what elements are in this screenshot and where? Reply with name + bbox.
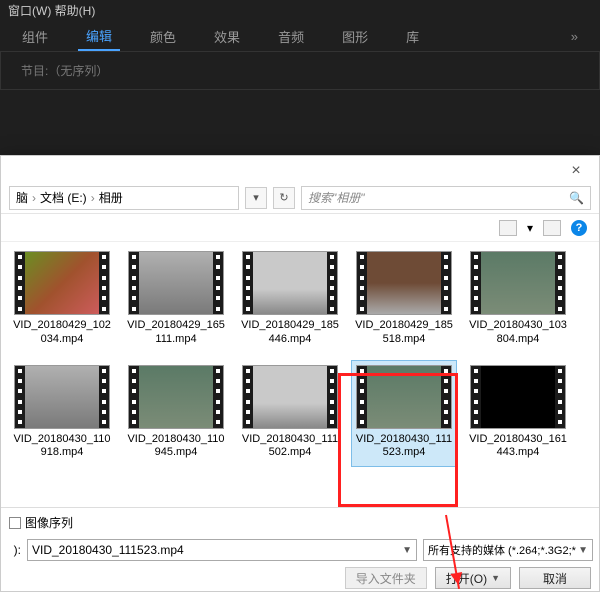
file-name: VID_20180430_111523.mp4 — [354, 433, 454, 461]
breadcrumb-part[interactable]: 文档 (E:) — [40, 189, 87, 206]
file-name: VID_20180429_102034.mp4 — [12, 319, 112, 347]
file-item[interactable]: VID_20180430_111502.mp4 — [237, 360, 343, 468]
preview-pane-icon[interactable] — [543, 220, 561, 236]
file-name: VID_20180430_161443.mp4 — [468, 433, 568, 461]
image-sequence-checkbox[interactable] — [9, 517, 21, 529]
video-thumbnail — [356, 251, 452, 315]
chevron-down-icon[interactable]: ▼ — [402, 545, 412, 556]
video-thumbnail — [356, 365, 452, 429]
video-thumbnail — [470, 251, 566, 315]
import-folder-button[interactable]: 导入文件夹 — [345, 567, 427, 589]
close-icon[interactable]: × — [561, 162, 591, 180]
file-item[interactable]: VID_20180430_110918.mp4 — [9, 360, 115, 468]
tab-components[interactable]: 组件 — [14, 23, 56, 50]
file-item[interactable]: VID_20180430_103804.mp4 — [465, 246, 571, 354]
tab-audio[interactable]: 音频 — [270, 23, 312, 50]
file-name: VID_20180430_103804.mp4 — [468, 319, 568, 347]
tab-library[interactable]: 库 — [398, 23, 427, 50]
breadcrumb[interactable]: 脑› 文档 (E:)› 相册 — [9, 186, 239, 210]
app-menubar[interactable]: 窗口(W) 帮助(H) — [0, 0, 600, 22]
video-thumbnail — [242, 251, 338, 315]
open-file-dialog: × 脑› 文档 (E:)› 相册 ▾ ↻ 搜索"相册" 🔍 ▾ ? VID_20… — [0, 155, 600, 592]
video-thumbnail — [128, 251, 224, 315]
filename-value: VID_20180430_111523.mp4 — [32, 543, 184, 557]
breadcrumb-part[interactable]: 相册 — [99, 189, 123, 206]
search-placeholder: 搜索"相册" — [308, 189, 365, 206]
breadcrumb-part[interactable]: 脑 — [16, 189, 28, 206]
file-item[interactable]: VID_20180429_185518.mp4 — [351, 246, 457, 354]
tab-graphics[interactable]: 图形 — [334, 23, 376, 50]
tab-edit[interactable]: 编辑 — [78, 22, 120, 51]
file-item[interactable]: VID_20180429_185446.mp4 — [237, 246, 343, 354]
breadcrumb-dropdown[interactable]: ▾ — [245, 187, 267, 209]
tabs-overflow[interactable]: » — [563, 25, 586, 48]
file-name: VID_20180429_185446.mp4 — [240, 319, 340, 347]
file-name: VID_20180429_165111.mp4 — [126, 319, 226, 347]
dialog-toolbar: ▾ ? — [1, 214, 599, 242]
file-item[interactable]: VID_20180429_165111.mp4 — [123, 246, 229, 354]
file-name: VID_20180430_110918.mp4 — [12, 433, 112, 461]
view-mode-icon[interactable] — [499, 220, 517, 236]
file-item[interactable]: VID_20180429_102034.mp4 — [9, 246, 115, 354]
chevron-down-icon[interactable]: ▼ — [578, 545, 588, 556]
file-list[interactable]: VID_20180429_102034.mp4 VID_20180429_1651… — [1, 242, 599, 507]
tab-effects[interactable]: 效果 — [206, 23, 248, 50]
search-icon[interactable]: 🔍 — [569, 191, 584, 205]
help-icon[interactable]: ? — [571, 220, 587, 236]
tab-color[interactable]: 颜色 — [142, 23, 184, 50]
video-thumbnail — [470, 365, 566, 429]
video-thumbnail — [14, 251, 110, 315]
file-item[interactable]: VID_20180430_111523.mp4 — [351, 360, 457, 468]
open-button[interactable]: 打开(O) ▼ — [435, 567, 511, 589]
image-sequence-label: 图像序列 — [25, 514, 73, 531]
workspace-tabs: 组件 编辑 颜色 效果 音频 图形 库 » — [0, 22, 600, 52]
file-name: VID_20180430_110945.mp4 — [126, 433, 226, 461]
program-panel-title: 节目:（无序列） — [0, 52, 600, 90]
search-input[interactable]: 搜索"相册" 🔍 — [301, 186, 591, 210]
file-type-filter[interactable]: 所有支持的媒体 (*.264;*.3G2;* ▼ — [423, 539, 593, 561]
split-arrow-icon[interactable]: ▼ — [491, 573, 500, 583]
video-thumbnail — [14, 365, 110, 429]
cancel-button[interactable]: 取消 — [519, 567, 591, 589]
refresh-button[interactable]: ↻ — [273, 187, 295, 209]
view-dropdown-icon[interactable]: ▾ — [527, 221, 533, 235]
file-item[interactable]: VID_20180430_110945.mp4 — [123, 360, 229, 468]
file-name: VID_20180430_111502.mp4 — [240, 433, 340, 461]
file-name: VID_20180429_185518.mp4 — [354, 319, 454, 347]
video-thumbnail — [128, 365, 224, 429]
filename-label: ): — [7, 543, 21, 557]
file-item[interactable]: VID_20180430_161443.mp4 — [465, 360, 571, 468]
video-thumbnail — [242, 365, 338, 429]
filename-field[interactable]: VID_20180430_111523.mp4 ▼ — [27, 539, 417, 561]
